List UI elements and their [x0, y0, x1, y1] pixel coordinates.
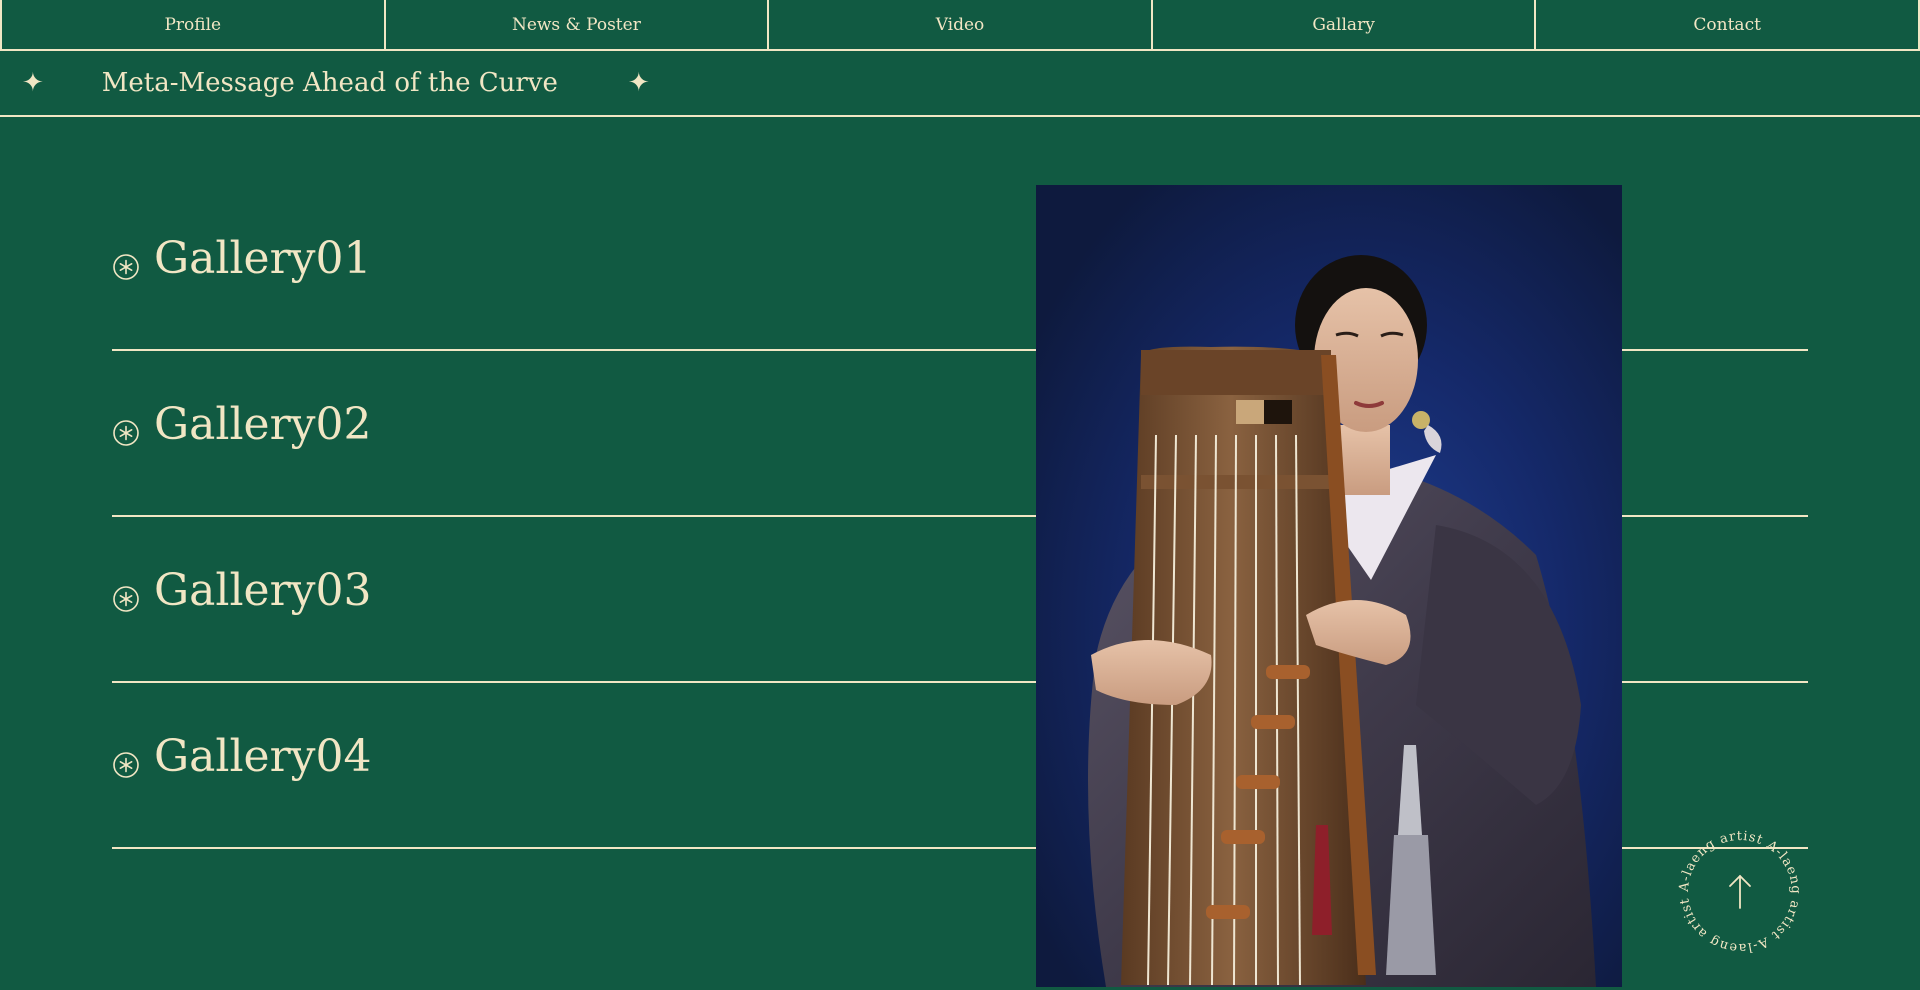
scroll-to-top-badge: A-laeng artist A-laeng artist A-laeng ar…: [1677, 829, 1802, 955]
gallery-label: Gallery02: [154, 399, 372, 450]
scroll-to-top-button[interactable]: A-laeng artist A-laeng artist A-laeng ar…: [1668, 820, 1812, 964]
asterisk-circle-icon: [113, 752, 139, 778]
gallery-label: Gallery03: [154, 565, 372, 616]
nav-item-contact[interactable]: Contact: [1534, 0, 1920, 49]
nav-item-news-poster[interactable]: News & Poster: [383, 0, 768, 49]
top-navigation: Profile News & Poster Video Gallary Cont…: [0, 0, 1920, 51]
marquee-banner: ✦ Meta-Message Ahead of the Curve ✦: [0, 51, 1920, 117]
sparkle-icon: ✦: [22, 68, 44, 98]
nav-item-video[interactable]: Video: [767, 0, 1151, 49]
sparkle-icon: ✦: [627, 68, 650, 98]
asterisk-circle-icon: [113, 254, 139, 280]
asterisk-circle-icon: [113, 420, 139, 446]
marquee-text: Meta-Message Ahead of the Curve: [101, 68, 558, 98]
musician-illustration: [1088, 255, 1596, 987]
nav-item-profile[interactable]: Profile: [0, 0, 384, 49]
arrow-up-icon: [1729, 874, 1751, 909]
asterisk-circle-icon: [113, 586, 139, 612]
nav-item-gallary[interactable]: Gallary: [1150, 0, 1535, 49]
gallery-label: Gallery04: [154, 731, 372, 782]
gallery-preview-photo: [1036, 185, 1622, 987]
gallery-label: Gallery01: [154, 233, 372, 284]
